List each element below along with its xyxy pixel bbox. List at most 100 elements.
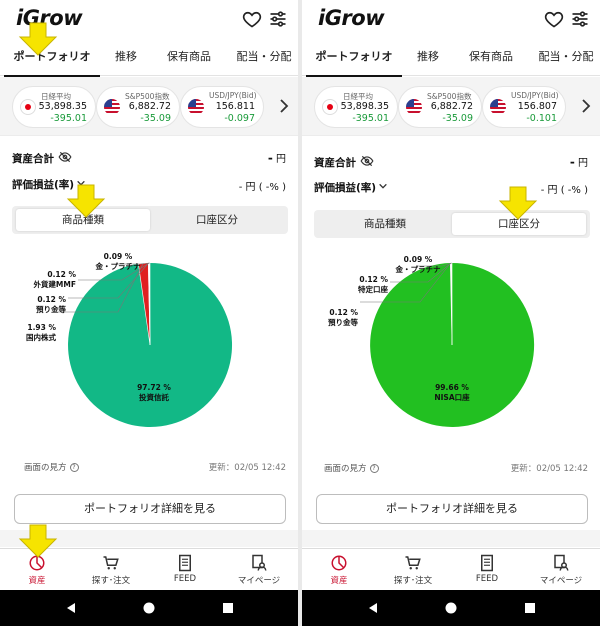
portfolio-detail-button[interactable]: ポートフォリオ詳細を見る [316, 494, 588, 524]
phone-screen-left: iGrow ポートフォリオ 推移 保有商品 配当・分配 日経平均 53,898.… [0, 0, 298, 626]
segment-product-type[interactable]: 商品種類 [318, 213, 452, 235]
help-icon: ? [369, 464, 379, 473]
pie-category-label: 特定口座 [358, 284, 388, 294]
eye-off-icon[interactable] [360, 155, 374, 167]
ticker-name: USD/JPY(Bid) [511, 91, 559, 100]
cart-icon [103, 556, 119, 570]
android-system-bar [0, 590, 298, 626]
highlight-arrow-icon [18, 524, 58, 558]
chevron-right-icon[interactable] [278, 98, 290, 114]
ticker-change: -35.09 [442, 113, 473, 124]
profit-loss-value: - 円 ( -% ) [238, 182, 286, 193]
comparison-canvas: iGrow ポートフォリオ 推移 保有商品 配当・分配 日経平均 53,898.… [0, 0, 600, 626]
back-triangle-icon[interactable] [367, 602, 379, 614]
filter-sliders-icon[interactable] [570, 9, 590, 29]
nav-assets[interactable]: 資産 [302, 549, 376, 591]
us-flag-icon [490, 99, 506, 115]
highlight-arrow-icon [498, 186, 538, 220]
ticker-value: 53,898.35 [38, 101, 87, 112]
profit-loss-value: - 円 ( -% ) [540, 185, 588, 196]
pie-category-label: 預り金等 [36, 304, 66, 314]
pie-percent-label: 0.09 % [104, 252, 133, 261]
heart-icon[interactable] [242, 9, 262, 29]
app-logo: iGrow [318, 6, 385, 30]
ticker-value: 6,882.72 [430, 101, 473, 112]
ticker-value: 156.811 [215, 101, 255, 112]
filter-sliders-icon[interactable] [268, 9, 288, 29]
highlight-arrow-icon [18, 22, 58, 56]
ticker-change: -395.01 [50, 113, 87, 124]
profit-loss-label: 評価損益(率) [12, 179, 75, 191]
total-assets-label: 資産合計 [314, 157, 356, 169]
updated-time: 更新：02/05 12:42 [510, 464, 588, 474]
pie-percent-label: 97.72 % [137, 383, 171, 392]
pie-slice-label: 99.66 %NISA口座 [434, 383, 470, 402]
tab-history[interactable]: 推移 [104, 40, 148, 76]
ticker-nikkei[interactable]: 日経平均 53,898.35 -395.01 [314, 86, 398, 128]
app-header: iGrow [302, 0, 600, 40]
chevron-right-icon[interactable] [580, 98, 592, 114]
segment-control: 商品種類 口座区分 [314, 210, 590, 238]
total-assets-value: - 円 [569, 155, 588, 169]
pie-slice-label: 97.72 %投資信託 [137, 383, 171, 402]
tab-portfolio[interactable]: ポートフォリオ [306, 40, 402, 77]
chevron-down-icon[interactable] [378, 181, 388, 191]
home-circle-icon[interactable] [445, 602, 457, 614]
ticker-change: -395.01 [352, 113, 389, 124]
ticker-change: -0.097 [224, 113, 255, 124]
ticker-usdjpy[interactable]: USD/JPY(Bid) 156.811 -0.097 [180, 86, 264, 128]
pie-chart-product-type: 97.72 %投資信託1.93 %国内株式0.12 %預り金等0.12 %外貨建… [26, 252, 233, 427]
segment-control: 商品種類 口座区分 [12, 206, 288, 234]
ticker-usdjpy[interactable]: USD/JPY(Bid) 156.807 -0.101 [482, 86, 566, 128]
highlight-arrow-icon [66, 184, 106, 218]
ticker-value: 53,898.35 [340, 101, 389, 112]
phone-screen-right: iGrow ポートフォリオ 推移 保有商品 配当・分配 日経平均 53,898.… [302, 0, 600, 626]
nav-search-order[interactable]: 探す･注文 [376, 549, 450, 591]
portfolio-detail-button[interactable]: ポートフォリオ詳細を見る [14, 494, 286, 524]
nav-mypage[interactable]: マイページ [524, 549, 598, 591]
tab-dividends[interactable]: 配当・分配 [532, 40, 600, 76]
how-to-view-link[interactable]: 画面の見方? [324, 462, 379, 474]
total-assets-label: 資産合計 [12, 153, 54, 165]
ticker-name: USD/JPY(Bid) [209, 91, 257, 100]
tab-holdings[interactable]: 保有商品 [458, 40, 524, 76]
tab-dividends[interactable]: 配当・分配 [230, 40, 298, 76]
total-assets-value: - 円 [267, 151, 286, 165]
updated-time: 更新：02/05 12:42 [208, 463, 286, 473]
tab-holdings[interactable]: 保有商品 [156, 40, 222, 76]
recents-square-icon[interactable] [222, 602, 234, 614]
back-triangle-icon[interactable] [65, 602, 77, 614]
pie-percent-label: 0.12 % [37, 295, 66, 304]
us-flag-icon [104, 99, 120, 115]
profit-loss-label: 評価損益(率) [314, 182, 377, 194]
tab-history[interactable]: 推移 [406, 40, 450, 76]
nav-mypage[interactable]: マイページ [222, 549, 296, 591]
news-document-icon [179, 554, 191, 572]
eye-off-icon[interactable] [58, 151, 72, 163]
nav-feed[interactable]: FEED [450, 549, 524, 591]
ticker-nikkei[interactable]: 日経平均 53,898.35 -395.01 [12, 86, 96, 128]
segment-account-type[interactable]: 口座区分 [150, 209, 284, 231]
heart-icon[interactable] [544, 9, 564, 29]
android-system-bar [302, 590, 600, 626]
ticker-sp500[interactable]: S&P500指数 6,882.72 -35.09 [398, 86, 482, 128]
home-circle-icon[interactable] [143, 602, 155, 614]
nav-search-order[interactable]: 探す･注文 [74, 549, 148, 591]
ticker-value: 6,882.72 [128, 101, 171, 112]
pie-category-label: 投資信託 [139, 392, 169, 402]
japan-flag-icon [20, 99, 36, 115]
bottom-navigation: 資産 探す･注文 FEED マイページ [302, 548, 600, 590]
us-flag-icon [406, 99, 422, 115]
recents-square-icon[interactable] [524, 602, 536, 614]
pie-chart-account-type: 99.66 %NISA口座0.12 %預り金等0.12 %特定口座0.09 %金… [328, 255, 535, 427]
pie-percent-label: 1.93 % [27, 323, 56, 332]
pie-percent-label: 0.09 % [404, 255, 433, 264]
pie-percent-label: 0.12 % [329, 308, 358, 317]
pie-category-label: 金・プラチナ [95, 261, 141, 271]
ticker-sp500[interactable]: S&P500指数 6,882.72 -35.09 [96, 86, 180, 128]
pie-percent-label: 99.66 % [435, 383, 469, 392]
nav-feed[interactable]: FEED [148, 549, 222, 591]
pie-chart-icon [331, 555, 347, 571]
top-tabs: ポートフォリオ 推移 保有商品 配当・分配 [302, 40, 600, 77]
how-to-view-link[interactable]: 画面の見方? [24, 461, 79, 473]
